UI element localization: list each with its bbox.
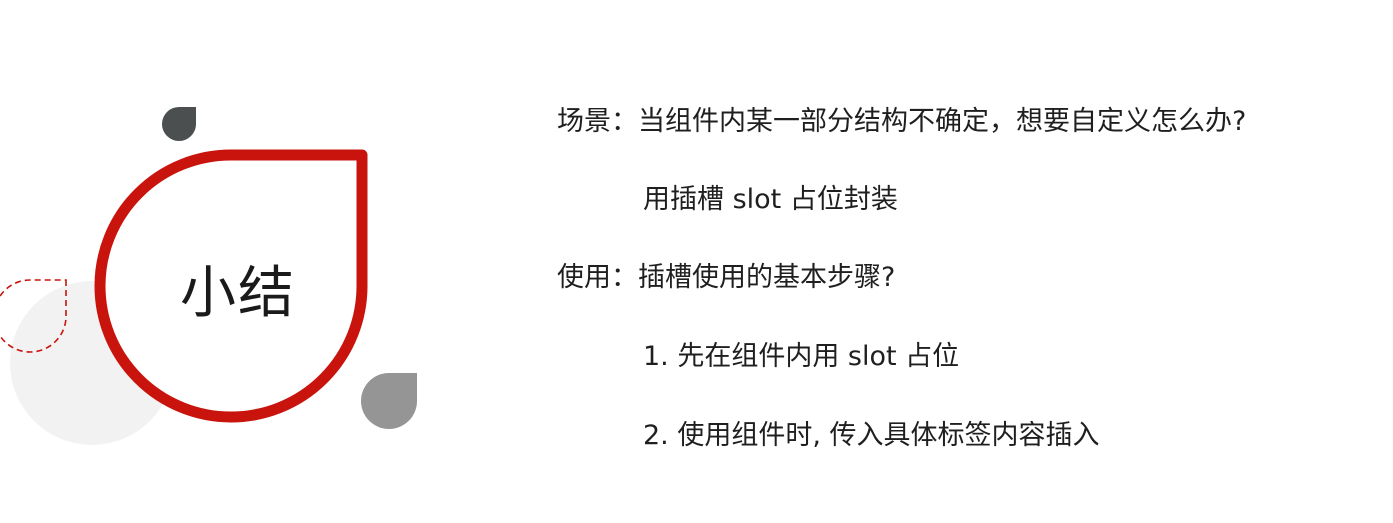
usage-question: 使用：插槽使用的基本步骤?	[557, 262, 896, 293]
usage-step-2: 2. 使用组件时, 传入具体标签内容插入	[643, 420, 1100, 451]
dark-gray-teardrop	[162, 107, 196, 141]
scene-question: 场景：当组件内某一部分结构不确定，想要自定义怎么办?	[557, 106, 1247, 137]
slide: 小结 场景：当组件内某一部分结构不确定，想要自定义怎么办? 用插槽 slot 占…	[0, 0, 1393, 523]
mid-gray-teardrop	[361, 373, 417, 429]
scene-answer: 用插槽 slot 占位封装	[643, 184, 898, 215]
summary-title: 小结	[180, 261, 296, 326]
usage-step-1: 1. 先在组件内用 slot 占位	[643, 341, 960, 372]
